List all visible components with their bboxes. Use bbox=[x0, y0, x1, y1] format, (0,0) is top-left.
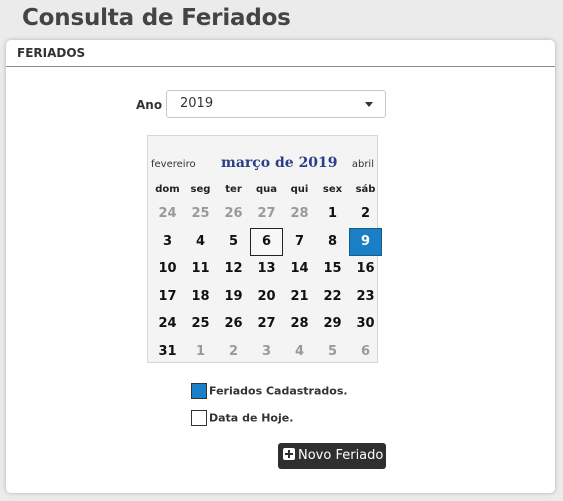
today-color-swatch bbox=[191, 410, 207, 426]
calendar-day[interactable]: 26 bbox=[217, 310, 250, 338]
calendar-day[interactable]: 16 bbox=[349, 255, 382, 283]
calendar-day[interactable]: 28 bbox=[283, 310, 316, 338]
calendar-day[interactable]: 23 bbox=[349, 283, 382, 311]
weekday-label: ter bbox=[225, 184, 242, 195]
calendar-day[interactable]: 6 bbox=[349, 338, 382, 366]
weekday-label: sex bbox=[322, 184, 343, 195]
calendar: fevereiro março de 2019 abril dom seg ter q… bbox=[147, 135, 382, 366]
calendar-day[interactable]: 2 bbox=[349, 200, 382, 228]
calendar-day[interactable]: 19 bbox=[217, 283, 250, 311]
new-holiday-label: Novo Feriado bbox=[298, 448, 384, 463]
weekday-label: sáb bbox=[355, 184, 376, 195]
page-title: Consulta de Feriados bbox=[22, 5, 291, 31]
calendar-day[interactable]: 20 bbox=[250, 283, 283, 311]
calendar-day[interactable]: 7 bbox=[283, 228, 316, 256]
year-select[interactable]: 2019 bbox=[166, 90, 386, 118]
calendar-day[interactable]: 24 bbox=[151, 310, 184, 338]
weekday-label: seg bbox=[190, 184, 211, 195]
calendar-day[interactable]: 27 bbox=[250, 310, 283, 338]
calendar-day[interactable]: 30 bbox=[349, 310, 382, 338]
calendar-day[interactable]: 28 bbox=[283, 200, 316, 228]
year-select-value: 2019 bbox=[180, 96, 214, 111]
calendar-day[interactable]: 25 bbox=[184, 310, 217, 338]
calendar-day[interactable]: 21 bbox=[283, 283, 316, 311]
legend-holidays: Feriados Cadastrados. bbox=[191, 383, 348, 399]
calendar-day[interactable]: 4 bbox=[283, 338, 316, 366]
calendar-day[interactable]: 1 bbox=[184, 338, 217, 366]
holiday-color-swatch bbox=[191, 383, 207, 399]
calendar-nav: fevereiro março de 2019 abril bbox=[148, 136, 377, 173]
calendar-day[interactable]: 14 bbox=[283, 255, 316, 283]
calendar-day[interactable]: 5 bbox=[217, 228, 250, 256]
calendar-day[interactable]: 31 bbox=[151, 338, 184, 366]
calendar-day-holiday[interactable]: 9 bbox=[349, 227, 382, 256]
weekday-header: dom seg ter qua qui sex sáb bbox=[148, 184, 377, 198]
plus-icon bbox=[283, 448, 295, 460]
calendar-day[interactable]: 2 bbox=[217, 338, 250, 366]
weekday-label: dom bbox=[155, 184, 180, 195]
calendar-day[interactable]: 11 bbox=[184, 255, 217, 283]
calendar-day[interactable]: 15 bbox=[316, 255, 349, 283]
calendar-day[interactable]: 26 bbox=[217, 200, 250, 228]
calendar-day[interactable]: 3 bbox=[250, 338, 283, 366]
calendar-day[interactable]: 22 bbox=[316, 283, 349, 311]
calendar-day[interactable]: 27 bbox=[250, 200, 283, 228]
calendar-day[interactable]: 24 bbox=[151, 200, 184, 228]
calendar-day[interactable]: 8 bbox=[316, 228, 349, 256]
legend-holidays-label: Feriados Cadastrados. bbox=[209, 384, 348, 398]
calendar-day[interactable]: 10 bbox=[151, 255, 184, 283]
legend-today: Data de Hoje. bbox=[191, 410, 293, 426]
calendar-day[interactable]: 18 bbox=[184, 283, 217, 311]
weekday-label: qui bbox=[290, 184, 309, 195]
new-holiday-button[interactable]: Novo Feriado bbox=[278, 443, 386, 469]
legend-today-label: Data de Hoje. bbox=[209, 411, 294, 425]
calendar-day[interactable]: 29 bbox=[316, 310, 349, 338]
calendar-day[interactable]: 12 bbox=[217, 255, 250, 283]
year-label: Ano bbox=[136, 98, 163, 112]
calendar-day[interactable]: 3 bbox=[151, 228, 184, 256]
current-month-title: março de 2019 bbox=[221, 155, 338, 171]
calendar-day-today[interactable]: 6 bbox=[250, 227, 283, 256]
caret-down-icon bbox=[365, 102, 373, 107]
calendar-day[interactable]: 17 bbox=[151, 283, 184, 311]
calendar-day[interactable]: 25 bbox=[184, 200, 217, 228]
calendar-day[interactable]: 13 bbox=[250, 255, 283, 283]
holidays-panel: FERIADOS Ano 2019 fevereiro março de 201… bbox=[6, 40, 555, 493]
next-month-link[interactable]: abril bbox=[352, 159, 374, 170]
prev-month-link[interactable]: fevereiro bbox=[151, 159, 196, 170]
calendar-day[interactable]: 5 bbox=[316, 338, 349, 366]
weekday-label: qua bbox=[255, 184, 278, 195]
calendar-day[interactable]: 1 bbox=[316, 200, 349, 228]
calendar-day[interactable]: 4 bbox=[184, 228, 217, 256]
panel-header: FERIADOS bbox=[6, 40, 555, 67]
